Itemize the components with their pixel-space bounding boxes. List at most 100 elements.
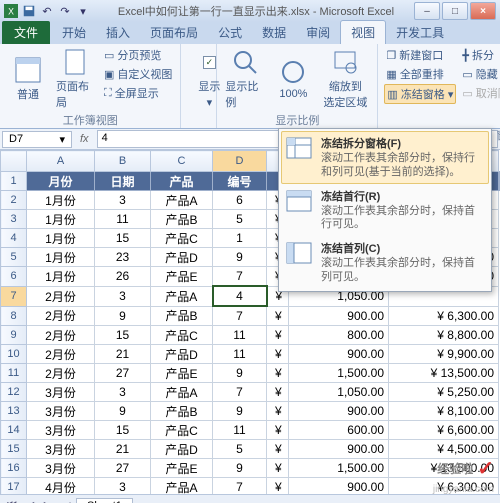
cell[interactable]: 3月份 — [27, 421, 95, 440]
cell[interactable]: 21 — [95, 345, 151, 364]
row-header[interactable]: 17 — [1, 478, 27, 495]
freeze-panes-item[interactable]: 冻结拆分窗格(F) 滚动工作表其余部分时，保持行和列可见(基于当前的选择)。 — [281, 131, 489, 184]
cell[interactable]: 产品E — [151, 267, 213, 287]
cell[interactable]: 9 — [95, 306, 151, 326]
page-layout-button[interactable]: 页面布局 — [54, 46, 98, 112]
custom-views-button[interactable]: ▣自定义视图 — [102, 65, 174, 83]
row-header[interactable]: 15 — [1, 440, 27, 459]
cell[interactable]: 产品D — [151, 440, 213, 459]
cell[interactable]: 900.00 — [289, 440, 389, 459]
name-box[interactable]: D7 ▾ — [2, 131, 72, 148]
cell[interactable]: 27 — [95, 459, 151, 478]
cell[interactable]: ¥ 5,250.00 — [389, 383, 499, 402]
cell[interactable]: ¥ — [267, 402, 289, 421]
cell[interactable]: 产品C — [151, 229, 213, 248]
header-cell[interactable]: 日期 — [95, 172, 151, 191]
row-header[interactable]: 2 — [1, 191, 27, 210]
freeze-panes-button[interactable]: ▥冻结窗格▾ — [384, 84, 456, 104]
cell[interactable]: 5 — [213, 210, 267, 229]
split-button[interactable]: ╋拆分 — [460, 46, 500, 64]
row-header[interactable]: 16 — [1, 459, 27, 478]
freeze-first-column-item[interactable]: 冻结首列(C) 滚动工作表其余部分时，保持首列可见。 — [281, 236, 489, 289]
cell[interactable]: 3月份 — [27, 402, 95, 421]
row-header[interactable]: 7 — [1, 286, 27, 306]
cell[interactable]: ¥ 8,100.00 — [389, 402, 499, 421]
row-header[interactable]: 11 — [1, 364, 27, 383]
row-header[interactable]: 4 — [1, 229, 27, 248]
row-header[interactable]: 12 — [1, 383, 27, 402]
cell[interactable]: 产品A — [151, 191, 213, 210]
cell[interactable]: ¥ — [267, 421, 289, 440]
cell[interactable]: 1,500.00 — [289, 364, 389, 383]
cell[interactable]: ¥ — [267, 478, 289, 495]
cell[interactable]: 7 — [213, 267, 267, 287]
arrange-all-button[interactable]: ▦全部重排 — [384, 65, 456, 83]
cell[interactable]: 11 — [213, 345, 267, 364]
cell[interactable]: 2月份 — [27, 326, 95, 345]
close-button[interactable]: × — [470, 2, 496, 20]
row-header[interactable]: 5 — [1, 248, 27, 267]
cell[interactable]: 7 — [213, 478, 267, 495]
cell[interactable]: ¥ — [267, 326, 289, 345]
cell[interactable]: 产品A — [151, 383, 213, 402]
cell[interactable]: 900.00 — [289, 345, 389, 364]
sheet-nav-next[interactable]: ▶ — [40, 498, 56, 503]
zoom-selection-button[interactable]: 缩放到 选定区域 — [319, 46, 371, 112]
cell[interactable]: 11 — [95, 210, 151, 229]
row-header[interactable]: 9 — [1, 326, 27, 345]
cell[interactable]: 3 — [95, 383, 151, 402]
cell[interactable]: 1月份 — [27, 210, 95, 229]
cell[interactable]: 7 — [213, 306, 267, 326]
cell[interactable]: 1月份 — [27, 191, 95, 210]
sheet-nav-prev[interactable]: ◀ — [22, 498, 38, 503]
full-screen-button[interactable]: ⛶全屏显示 — [102, 84, 174, 102]
cell[interactable]: 3 — [95, 191, 151, 210]
tab-data[interactable]: 数据 — [252, 21, 296, 44]
cell[interactable]: 2月份 — [27, 345, 95, 364]
col-header[interactable]: C — [151, 151, 213, 172]
cell[interactable]: 4月份 — [27, 478, 95, 495]
cell[interactable]: 2月份 — [27, 306, 95, 326]
header-cell[interactable] — [499, 172, 500, 191]
minimize-button[interactable]: – — [414, 2, 440, 20]
file-tab[interactable]: 文件 — [2, 21, 50, 44]
unhide-button[interactable]: ▭取消隐藏 — [460, 84, 500, 102]
cell[interactable]: ¥ 6,600.00 — [389, 421, 499, 440]
redo-icon[interactable]: ↷ — [58, 4, 72, 18]
tab-developer[interactable]: 开发工具 — [386, 21, 454, 44]
row-header[interactable]: 6 — [1, 267, 27, 287]
cell[interactable]: 1月份 — [27, 248, 95, 267]
select-all-button[interactable] — [1, 151, 27, 172]
cell[interactable]: ¥ — [267, 364, 289, 383]
row-header[interactable]: 3 — [1, 210, 27, 229]
fx-button[interactable]: fx — [74, 133, 95, 145]
tab-review[interactable]: 审阅 — [296, 21, 340, 44]
qat-dropdown-icon[interactable]: ▾ — [76, 4, 90, 18]
cell[interactable]: ¥ — [267, 383, 289, 402]
cell[interactable]: 11 — [213, 421, 267, 440]
header-cell[interactable]: 产品 — [151, 172, 213, 191]
cell[interactable]: 9 — [213, 248, 267, 267]
cell[interactable]: 2月份 — [27, 286, 95, 306]
cell[interactable]: 9 — [213, 402, 267, 421]
sheet-tab[interactable]: Sheet1 — [76, 498, 133, 503]
tab-insert[interactable]: 插入 — [96, 21, 140, 44]
cell[interactable]: 5 — [213, 440, 267, 459]
cell[interactable]: ¥ 13,500.00 — [389, 364, 499, 383]
cell[interactable]: 9 — [213, 459, 267, 478]
cell[interactable]: ¥ 9,900.00 — [389, 345, 499, 364]
cell[interactable]: 产品E — [151, 364, 213, 383]
cell[interactable]: 21 — [95, 440, 151, 459]
cell[interactable]: 15 — [95, 421, 151, 440]
hide-button[interactable]: ▭隐藏 — [460, 65, 500, 83]
cell[interactable]: 产品D — [151, 345, 213, 364]
zoom-100-button[interactable]: 100% — [271, 46, 315, 112]
cell[interactable]: 26 — [95, 267, 151, 287]
sheet-nav-last[interactable]: ⏭ — [58, 498, 74, 503]
cell[interactable]: 3月份 — [27, 383, 95, 402]
sheet-nav-first[interactable]: ⏮ — [4, 498, 20, 503]
cell[interactable]: 1,500.00 — [289, 459, 389, 478]
row-header[interactable]: 14 — [1, 421, 27, 440]
cell[interactable]: 产品A — [151, 286, 213, 306]
cell[interactable]: 900.00 — [289, 402, 389, 421]
